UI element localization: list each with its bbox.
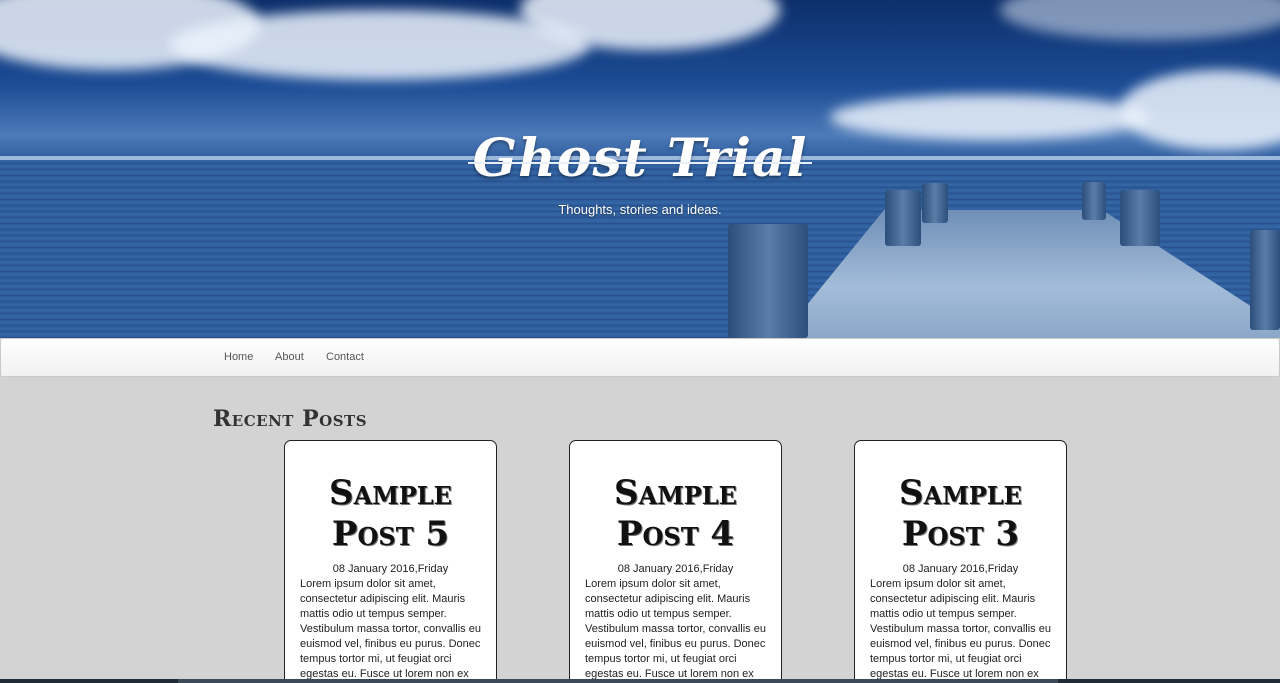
post-title[interactable]: Sample Post 3 — [870, 473, 1051, 555]
post-card[interactable]: Sample Post 3 08 January 2016,Friday Lor… — [854, 440, 1067, 683]
pier-post — [885, 190, 921, 246]
post-title[interactable]: Sample Post 4 — [585, 473, 766, 555]
pier-post — [728, 224, 808, 338]
nav-link-contact[interactable]: Contact — [326, 351, 364, 363]
post-card[interactable]: Sample Post 4 08 January 2016,Friday Lor… — [569, 440, 782, 683]
site-title[interactable]: Ghost Trial — [0, 128, 1280, 189]
nav-link-about[interactable]: About — [275, 351, 304, 363]
post-card[interactable]: Sample Post 5 08 January 2016,Friday Lor… — [284, 440, 497, 683]
post-excerpt: Lorem ipsum dolor sit amet, consectetur … — [585, 578, 766, 680]
main-navbar: Home About Contact — [0, 338, 1280, 377]
site-tagline: Thoughts, stories and ideas. — [558, 202, 722, 217]
post-date: 08 January 2016,Friday — [617, 563, 734, 575]
cloud — [1000, 0, 1280, 40]
post-date: 08 January 2016,Friday — [332, 563, 449, 575]
hero-header: Ghost Trial Thoughts, stories and ideas. — [0, 0, 1280, 338]
nav-link-home[interactable]: Home — [224, 351, 253, 363]
pier-post — [1250, 230, 1280, 330]
post-date: 08 January 2016,Friday — [902, 563, 1019, 575]
post-excerpt: Lorem ipsum dolor sit amet, consectetur … — [300, 578, 481, 680]
recent-posts-heading: Recent Posts — [213, 406, 368, 432]
horizontal-scrollbar-thumb[interactable] — [178, 679, 1058, 683]
post-title[interactable]: Sample Post 5 — [300, 473, 481, 555]
post-excerpt: Lorem ipsum dolor sit amet, consectetur … — [870, 578, 1051, 680]
pier-post — [1120, 190, 1160, 246]
